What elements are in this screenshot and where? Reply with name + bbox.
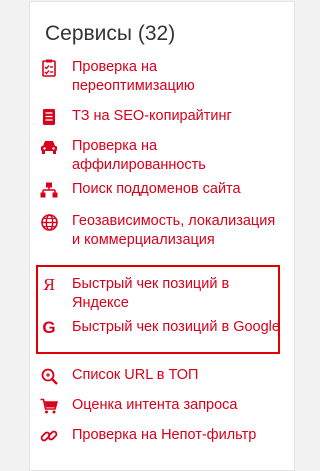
magnifier-icon (40, 367, 58, 385)
service-item-label: Быстрый чек позиций в Google (72, 319, 280, 335)
services-title: Сервисы (32) (45, 22, 176, 45)
yandex-icon: Я (42, 276, 56, 294)
cart-icon (40, 397, 58, 415)
google-icon: G (42, 318, 56, 337)
link-icon (40, 427, 58, 445)
service-item-label: Оценка интента запроса (72, 397, 238, 413)
globe-icon (40, 213, 58, 231)
service-item-label: Проверка на переоптимизацию (72, 59, 195, 94)
services-panel: Сервисы (32) Проверка на переоптимизацию (29, 1, 295, 471)
car-icon (40, 138, 58, 156)
service-item-label: Поиск поддоменов сайта (72, 181, 241, 197)
service-item-label: Проверка на Непот-фильтр (72, 427, 257, 443)
checklist-icon (40, 59, 58, 77)
document-icon (40, 108, 58, 126)
service-item-label: Проверка на аффилированность (72, 138, 206, 173)
service-item-label: Геозависимость, локализация и коммерциал… (72, 213, 276, 248)
sitemap-icon (40, 181, 58, 199)
service-item-label: Список URL в ТОП (72, 367, 199, 383)
service-item-label: Быстрый чек позиций в Яндексе (72, 276, 230, 311)
service-item-label: ТЗ на SEO-копирайтинг (72, 108, 232, 124)
